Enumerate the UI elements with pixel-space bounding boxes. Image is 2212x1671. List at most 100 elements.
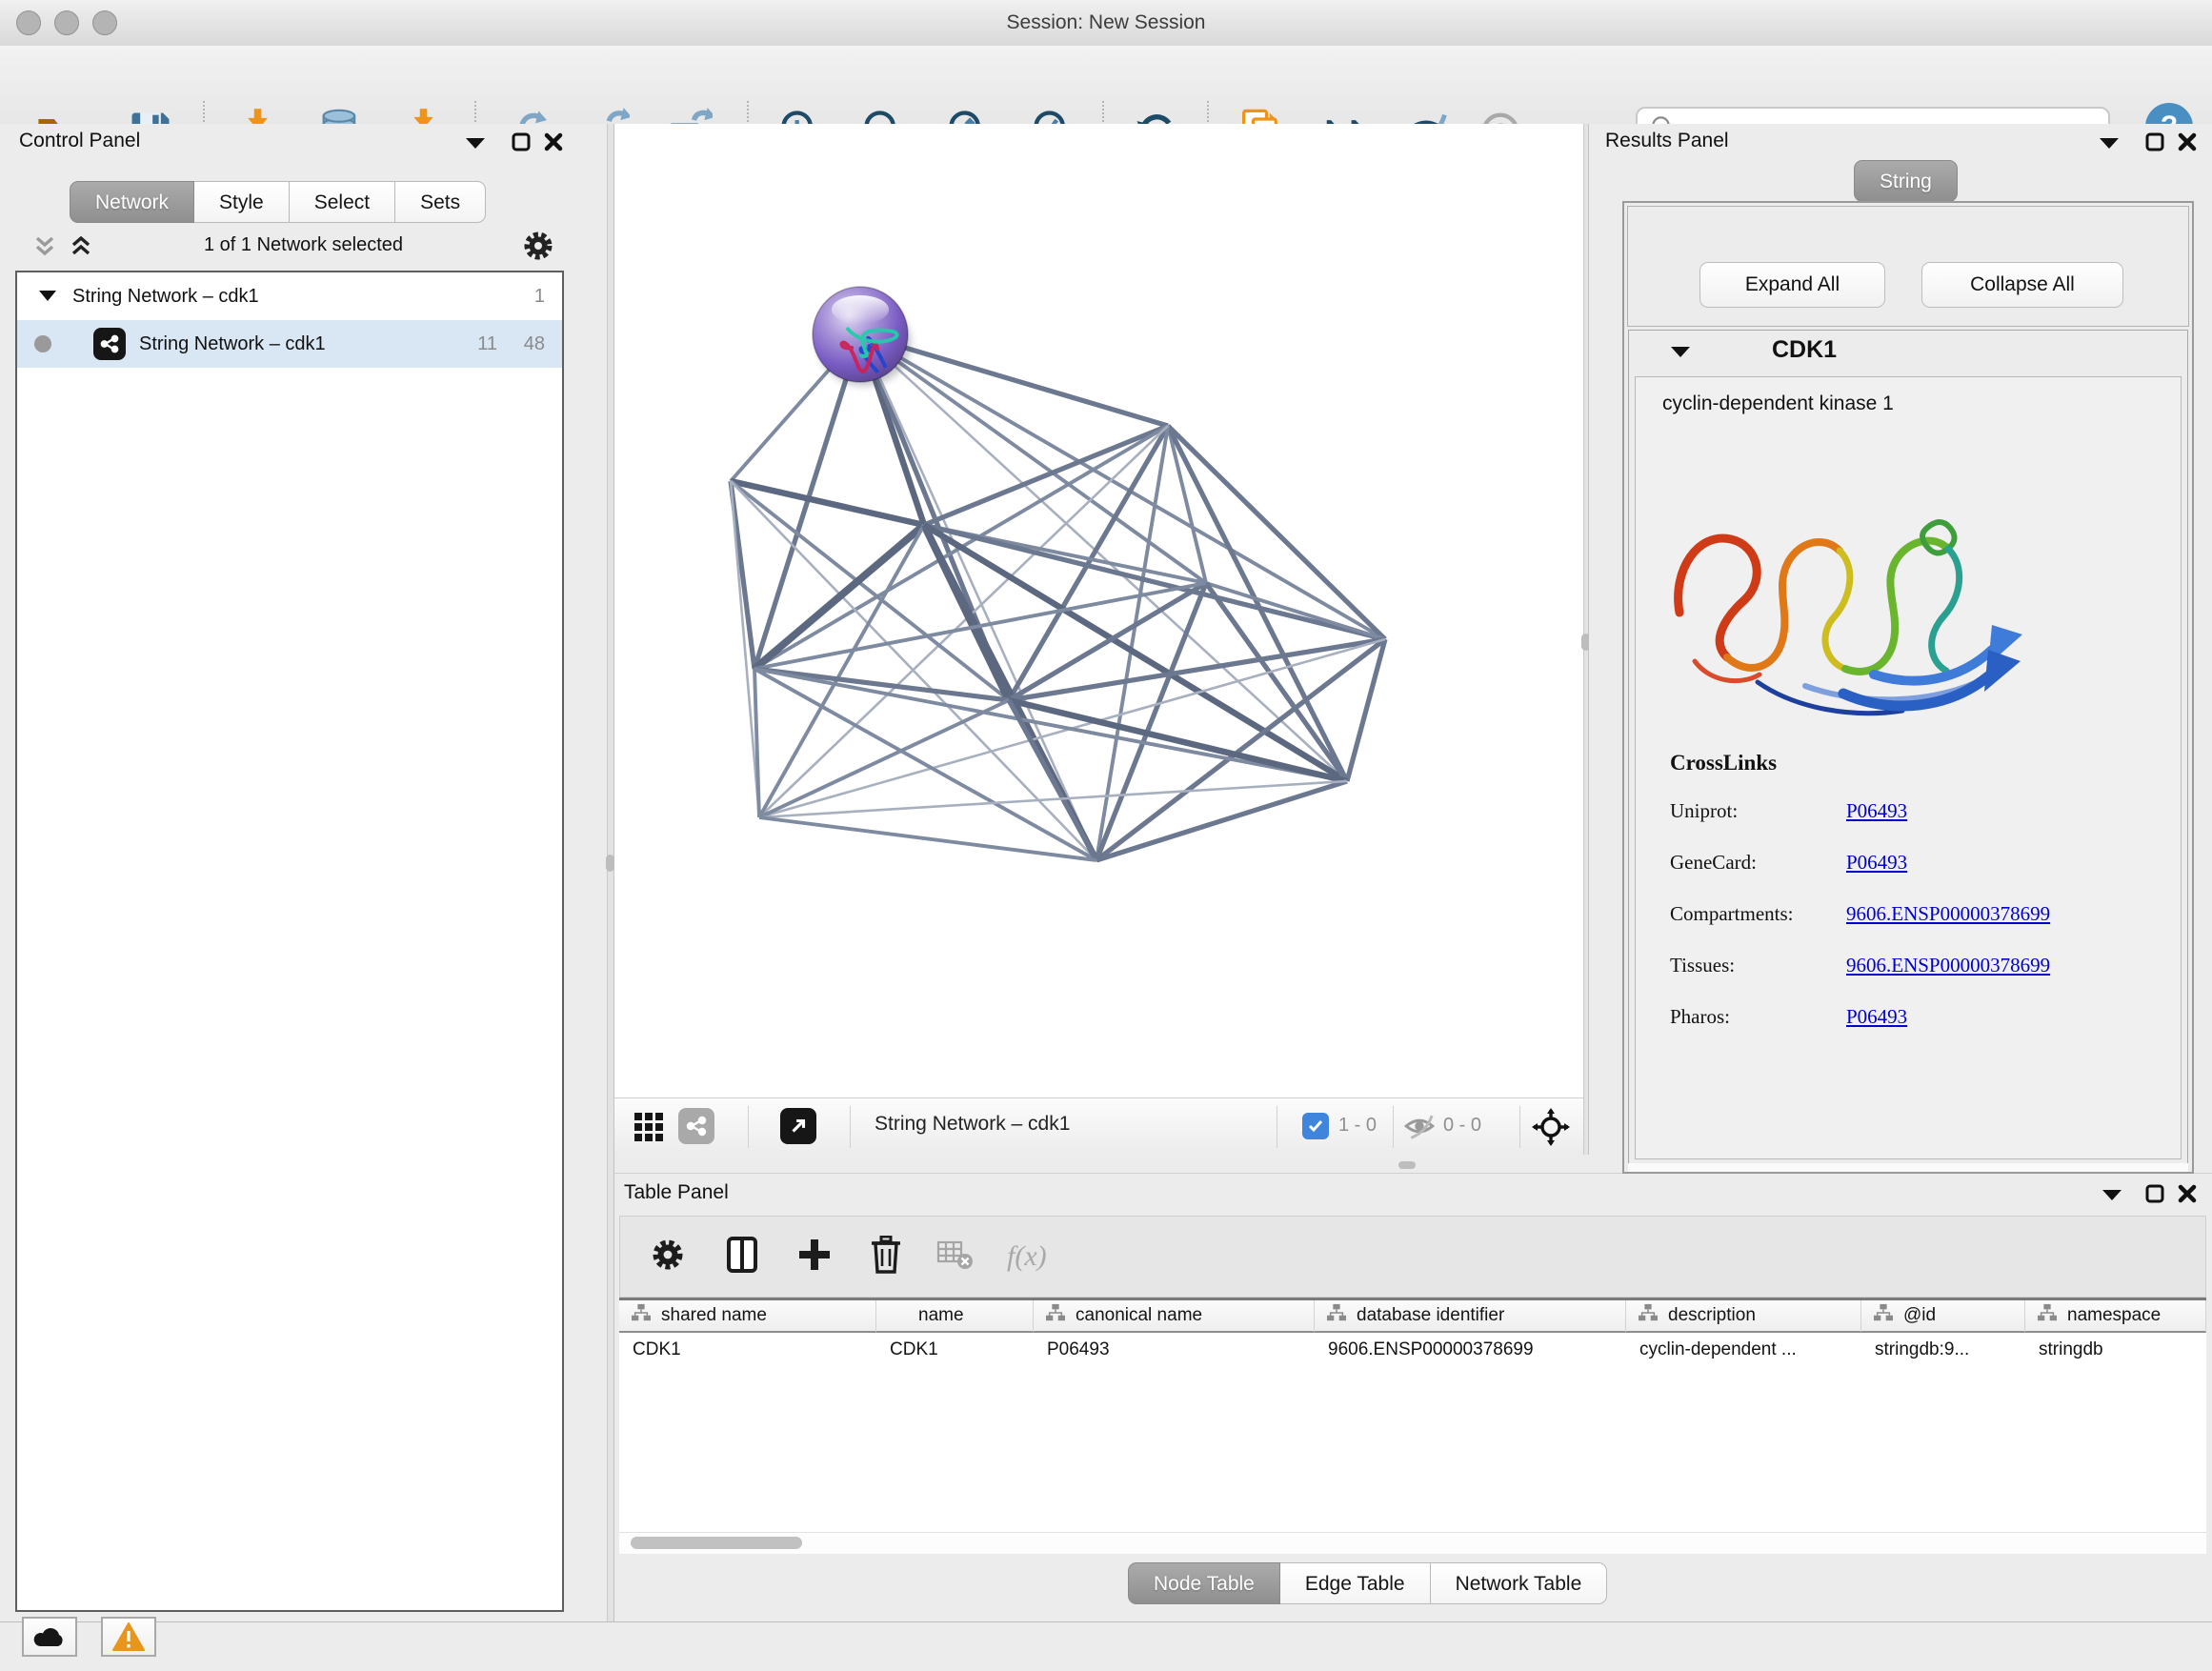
edge-CCNB1-CCNA2[interactable] xyxy=(754,669,1009,700)
collapse-all-button[interactable]: Collapse All xyxy=(1921,262,2123,308)
network-selection-bar: 1 of 1 Network selected xyxy=(0,223,607,271)
table-toolbar: f(x) xyxy=(619,1216,2206,1298)
tab-string[interactable]: String xyxy=(1854,160,1958,202)
crosslink-link[interactable]: P06493 xyxy=(1846,799,1907,823)
table-cell[interactable]: cyclin-dependent ... xyxy=(1626,1333,1861,1367)
tab-edge-table[interactable]: Edge Table xyxy=(1280,1562,1431,1604)
edge-CCNB1-HIST1H1A[interactable] xyxy=(754,669,759,817)
network-share-badge-icon[interactable] xyxy=(678,1108,714,1144)
warning-icon xyxy=(112,1622,145,1651)
table-cell[interactable]: stringdb:9... xyxy=(1861,1333,2025,1367)
gene-result-section: CDK1 cyclin-dependent kinase 1 xyxy=(1628,330,2188,1166)
close-panel-icon[interactable] xyxy=(2177,1183,2198,1209)
edge-CCNB2-RB1[interactable] xyxy=(860,334,1385,639)
float-panel-icon[interactable] xyxy=(2144,1183,2165,1209)
tab-style[interactable]: Style xyxy=(194,181,290,223)
column-header-shared-name[interactable]: shared name xyxy=(619,1300,876,1333)
network-view-toolbar: String Network – cdk1 1 - 0 0 - 0 xyxy=(614,1097,1583,1155)
selected-checkbox[interactable] xyxy=(1302,1113,1329,1139)
crosslink-link[interactable]: P06493 xyxy=(1846,1005,1907,1029)
crosslink-link[interactable]: 9606.ENSP00000378699 xyxy=(1846,902,2050,926)
table-cell[interactable]: stringdb xyxy=(2025,1333,2206,1367)
cloud-icon xyxy=(31,1623,68,1650)
network-canvas[interactable] xyxy=(614,124,1583,1097)
column-type-icon xyxy=(631,1303,652,1328)
node-attribute-table: shared namenamecanonical namedatabase id… xyxy=(619,1298,2206,1553)
edge-CDC25B-HIST1H1A[interactable] xyxy=(731,481,759,817)
crosshair-icon[interactable] xyxy=(1532,1108,1570,1151)
crosslinks-section: CrossLinks Uniprot:P06493GeneCard:P06493… xyxy=(1670,751,2165,1042)
control-panel-tabs: NetworkStyleSelectSets xyxy=(70,181,486,223)
crosslink-link[interactable]: 9606.ENSP00000378699 xyxy=(1846,954,2050,977)
crosslink-label: Compartments: xyxy=(1670,902,1846,926)
edge-CCNA2-HIST1H1A[interactable] xyxy=(759,700,1009,817)
status-bar: Memory xyxy=(0,1621,2212,1671)
network-row[interactable]: String Network – cdk1 11 48 xyxy=(17,320,562,368)
float-panel-icon[interactable] xyxy=(511,131,532,157)
close-panel-icon[interactable] xyxy=(543,131,564,157)
scrollbar-thumb[interactable] xyxy=(631,1537,802,1549)
edge-CDKN1A-CCNE1[interactable] xyxy=(1096,781,1347,860)
column-type-icon xyxy=(1873,1303,1894,1328)
gene-expander-icon[interactable] xyxy=(1669,344,1692,364)
grid-view-icon[interactable] xyxy=(633,1111,665,1148)
splitter-knob[interactable] xyxy=(606,855,614,872)
column-header-description[interactable]: description xyxy=(1626,1300,1861,1333)
collapse-panel-icon[interactable] xyxy=(2101,1187,2123,1207)
table-cell[interactable]: P06493 xyxy=(1034,1333,1315,1367)
network-tree: String Network – cdk1 1 String Network –… xyxy=(15,271,564,1612)
show-columns-icon[interactable] xyxy=(725,1236,759,1278)
tab-select[interactable]: Select xyxy=(290,181,395,223)
tab-network-table[interactable]: Network Table xyxy=(1431,1562,1608,1604)
collapse-panel-icon[interactable] xyxy=(2098,135,2121,155)
tree-expander-icon[interactable] xyxy=(38,286,57,308)
control-panel-title: Control Panel xyxy=(19,130,140,152)
edge-CCNB2-CCNE1[interactable] xyxy=(860,334,1096,860)
delete-table-icon xyxy=(936,1238,975,1276)
edge-CCNB2-CDKN1A[interactable] xyxy=(860,334,1347,781)
close-panel-icon[interactable] xyxy=(2177,131,2198,157)
tab-node-table[interactable]: Node Table xyxy=(1128,1562,1280,1604)
table-cell[interactable]: 9606.ENSP00000378699 xyxy=(1315,1333,1626,1367)
column-header-name[interactable]: name xyxy=(876,1300,1034,1333)
network-node-count: 11 xyxy=(477,333,497,355)
edge-HIST1H1A-CCNE1[interactable] xyxy=(759,817,1096,860)
table-cell[interactable]: CDK1 xyxy=(876,1333,1034,1367)
network-options-gear-icon[interactable] xyxy=(523,231,553,266)
application-window: Session: New Session ? Control xyxy=(0,0,2212,1671)
collapse-panel-icon[interactable] xyxy=(464,135,487,155)
toolbar-separator xyxy=(1393,1106,1394,1148)
table-settings-gear-icon[interactable] xyxy=(651,1238,685,1277)
splitter-knob[interactable] xyxy=(1398,1161,1416,1169)
control-panel-splitter[interactable] xyxy=(607,124,614,1621)
table-cell[interactable]: CDK1 xyxy=(619,1333,876,1367)
create-column-icon[interactable] xyxy=(797,1238,832,1277)
edge-CDKN1A-HIST1H1A[interactable] xyxy=(759,781,1347,817)
column-header-namespace[interactable]: namespace xyxy=(2025,1300,2206,1333)
delete-column-trash-icon[interactable] xyxy=(870,1236,902,1278)
detach-view-icon[interactable] xyxy=(780,1108,816,1144)
tab-network[interactable]: Network xyxy=(70,181,194,223)
edge-CDK1-CCNB1[interactable] xyxy=(754,525,924,669)
network-collection-row[interactable]: String Network – cdk1 1 xyxy=(17,272,562,320)
column-header-canonical-name[interactable]: canonical name xyxy=(1034,1300,1315,1333)
expand-all-button[interactable]: Expand All xyxy=(1699,262,1885,308)
crosslink-link[interactable]: P06493 xyxy=(1846,851,1907,875)
table-horizontal-scrollbar[interactable] xyxy=(619,1532,2206,1554)
network-share-icon xyxy=(93,328,126,360)
results-panel-title: Results Panel xyxy=(1605,130,1729,152)
hidden-eye-icon[interactable] xyxy=(1402,1111,1437,1146)
edge-RB1-CDKN1A[interactable] xyxy=(1347,639,1385,781)
column-header-database-identifier[interactable]: database identifier xyxy=(1315,1300,1626,1333)
float-panel-icon[interactable] xyxy=(2144,131,2165,157)
crosslink-row: Compartments:9606.ENSP00000378699 xyxy=(1670,888,2165,939)
string-results-container: Expand All Collapse All CDK1 cyclin-depe… xyxy=(1622,201,2194,1174)
cloud-status-button[interactable] xyxy=(22,1617,77,1657)
warning-status-button[interactable] xyxy=(101,1617,156,1657)
column-header--id[interactable]: @id xyxy=(1861,1300,2025,1333)
network-graph[interactable] xyxy=(614,124,1583,1097)
results-scrollbar[interactable] xyxy=(1628,1163,2188,1172)
protein-structure-image xyxy=(1653,436,2072,779)
tab-sets[interactable]: Sets xyxy=(395,181,486,223)
results-panel: Results Panel String Expand All Collapse… xyxy=(1589,124,2212,1155)
